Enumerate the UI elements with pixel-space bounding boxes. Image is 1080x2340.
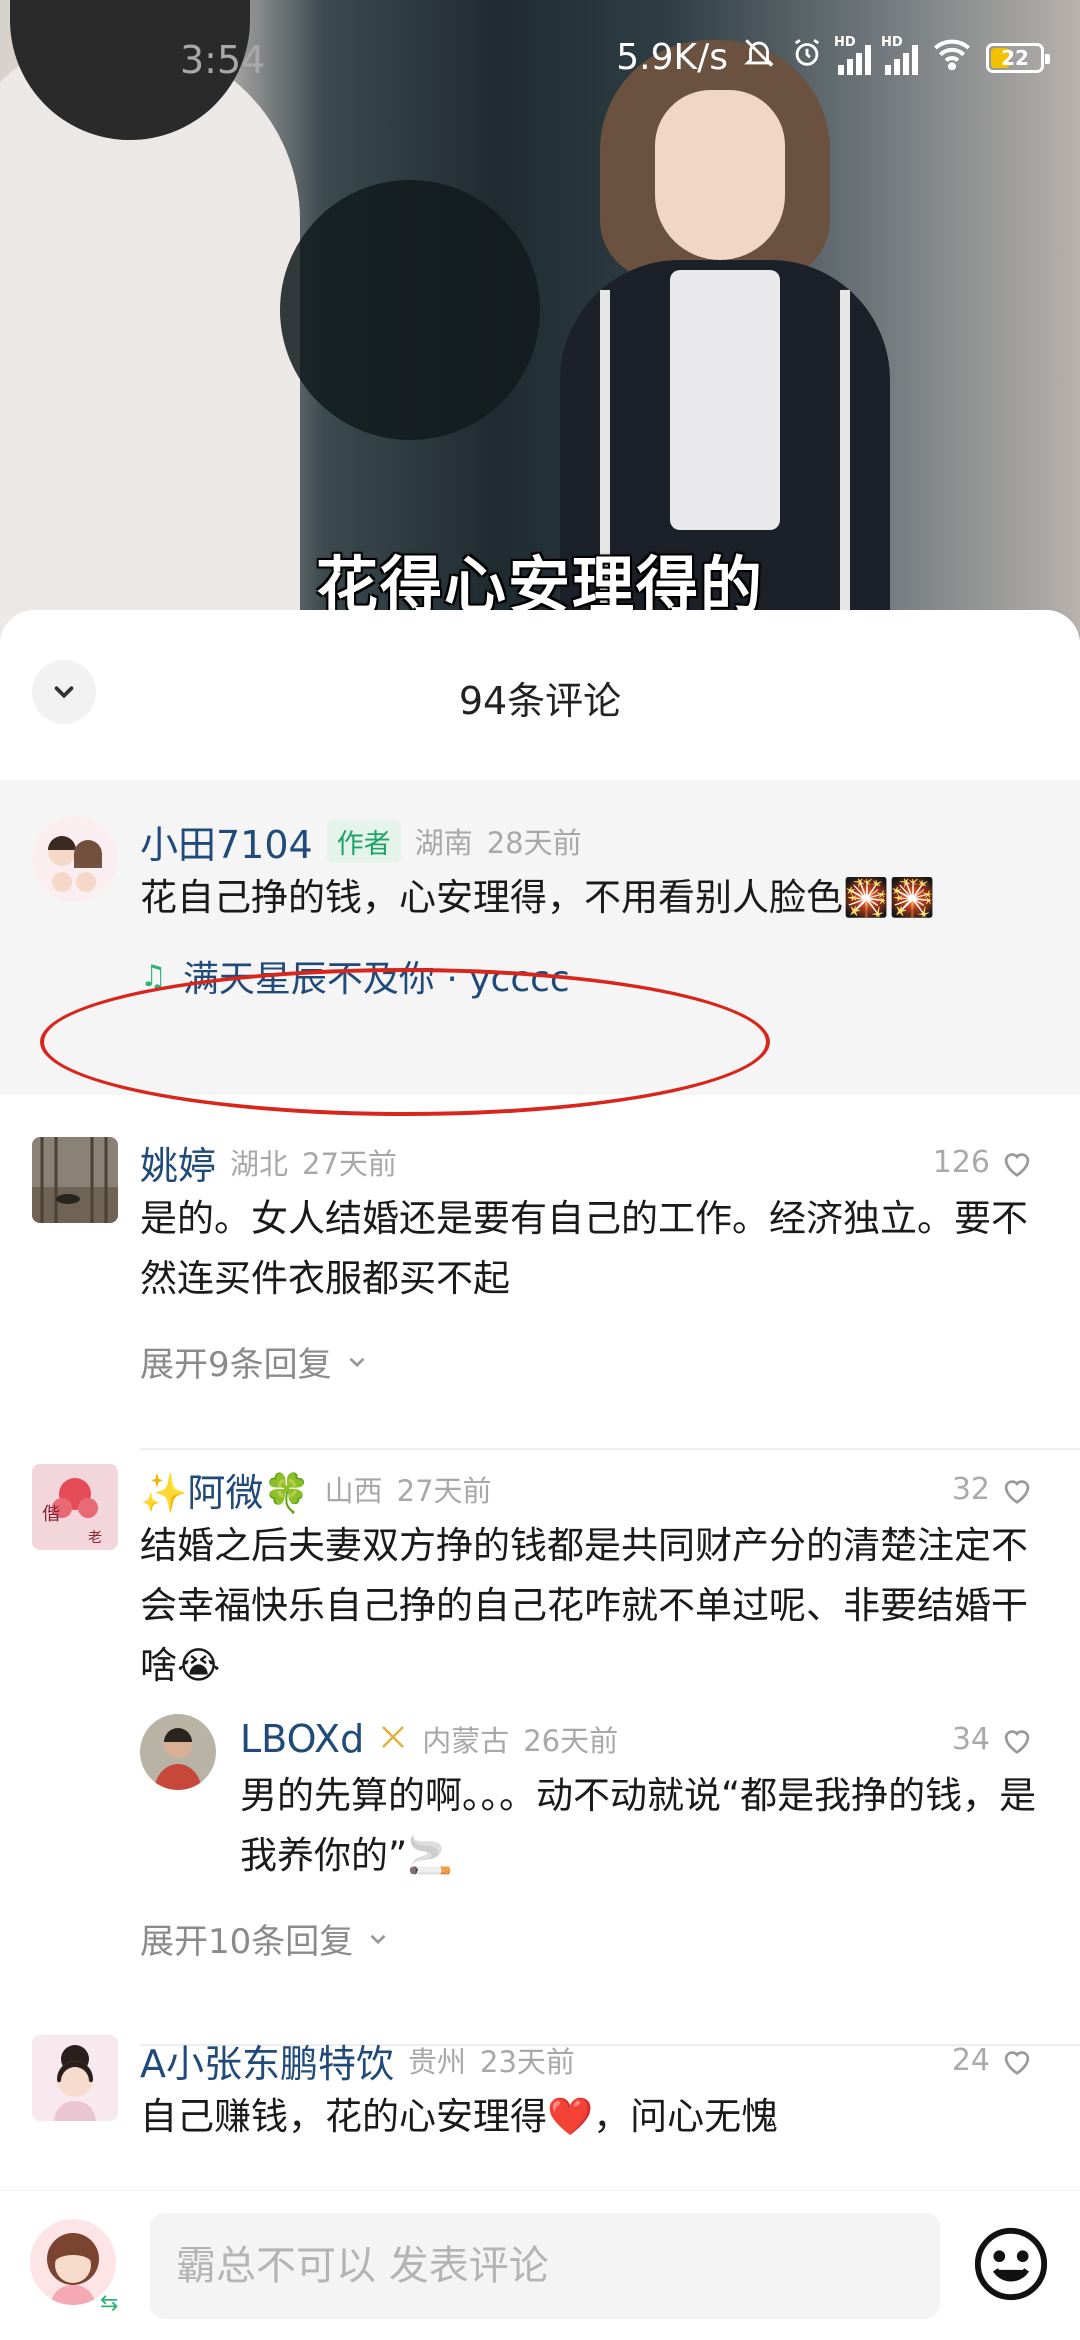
svg-text:老: 老 bbox=[88, 1530, 102, 1546]
alarm-icon bbox=[790, 36, 824, 79]
video-background-plant bbox=[280, 180, 540, 440]
timestamp: 26天前 bbox=[523, 1724, 619, 1758]
emoji-button[interactable] bbox=[972, 2225, 1050, 2303]
author-badge: 作者 bbox=[326, 819, 401, 863]
ribbon-badge-icon bbox=[378, 1722, 408, 1756]
chevron-down-icon bbox=[349, 1357, 365, 1367]
status-icons: 5.9K/s HD HD 22 bbox=[616, 35, 1050, 79]
like-count: 34 bbox=[951, 1722, 990, 1757]
comment-text: 花自己挣的钱，心安理得，不用看别人脸色🎇🎇 bbox=[140, 876, 936, 919]
location: 湖北 bbox=[230, 1147, 289, 1181]
comment-text: 自己赚钱，花的心安理得❤️，问心无愧 bbox=[140, 2095, 779, 2138]
switch-account-icon[interactable]: ⇆ bbox=[100, 2291, 118, 2316]
heart-icon bbox=[1004, 2050, 1030, 2075]
timestamp: 28天前 bbox=[486, 826, 582, 860]
net-speed: 5.9K/s bbox=[616, 37, 728, 78]
pinned-comment[interactable]: 小田7104 作者 湖南 28天前 花自己挣的钱，心安理得，不用看别人脸色🎇🎇 … bbox=[0, 780, 1080, 1116]
timestamp: 23天前 bbox=[480, 2045, 575, 2079]
comments-sheet: 94条评论 小田7104 作者 湖南 28天前 花自己挣的钱，心安理得，不用看别… bbox=[0, 610, 1080, 2340]
comment-count-title: 94条评论 bbox=[458, 679, 622, 723]
comment-item[interactable]: 偕 老 ✨阿微🍀 山西 27天前 32 结婚之后夫妻双方挣的钱都是共同财产分的清… bbox=[0, 1464, 1080, 1963]
username[interactable]: ✨阿微🍀 bbox=[140, 1462, 311, 1517]
location: 贵州 bbox=[408, 2045, 467, 2079]
heart-icon bbox=[1004, 1729, 1030, 1754]
comment-text: 结婚之后夫妻双方挣的钱都是共同财产分的清楚注定不会幸福快乐自己挣的自己花咋就不单… bbox=[140, 1524, 1028, 1687]
like-count: 32 bbox=[951, 1472, 990, 1507]
smiley-icon bbox=[974, 2227, 1048, 2301]
expand-replies-label: 展开9条回复 bbox=[140, 1345, 332, 1385]
username[interactable]: LBOXd bbox=[240, 1717, 364, 1761]
comment-item[interactable]: A小张东鹏特饮 贵州 23天前 24 自己赚钱，花的心安理得❤️，问心无愧 bbox=[0, 2035, 1080, 2147]
comment-input-bar: ⇆ 霸总不可以 发表评论 bbox=[0, 2190, 1080, 2340]
avatar[interactable] bbox=[140, 1714, 216, 1790]
signal-icon: HD bbox=[834, 35, 871, 75]
location: 内蒙古 bbox=[422, 1724, 510, 1758]
mute-bell-icon bbox=[742, 36, 776, 79]
comment-item[interactable]: 姚婷 湖北 27天前 126 是的。女人结婚还是要有自己的工作。经济独立。要不然… bbox=[0, 1137, 1080, 1386]
location: 湖南 bbox=[414, 826, 473, 860]
timestamp: 27天前 bbox=[396, 1474, 492, 1508]
like-count: 126 bbox=[932, 1145, 990, 1180]
avatar[interactable] bbox=[32, 816, 118, 902]
heart-icon bbox=[1004, 1479, 1030, 1504]
username[interactable]: 姚婷 bbox=[140, 1135, 216, 1190]
signal-icon: HD bbox=[881, 35, 918, 75]
comment-text: 男的先算的啊。。。动不动就说“都是我挣的钱，是我养你的”🚬 bbox=[240, 1774, 1037, 1877]
divider bbox=[140, 1448, 1080, 1450]
expand-replies-button[interactable]: 展开10条回复 bbox=[140, 1914, 1040, 1963]
sheet-header: 94条评论 bbox=[0, 610, 1080, 780]
location: 山西 bbox=[324, 1474, 383, 1508]
avatar[interactable] bbox=[32, 1137, 118, 1223]
heart-icon bbox=[1004, 1152, 1030, 1177]
username[interactable]: A小张东鹏特饮 bbox=[140, 2033, 394, 2088]
svg-text:偕: 偕 bbox=[42, 1504, 60, 1525]
chevron-down-icon bbox=[370, 1934, 386, 1944]
comment-input[interactable]: 霸总不可以 发表评论 bbox=[150, 2213, 940, 2319]
timestamp: 27天前 bbox=[302, 1147, 397, 1181]
like-button[interactable]: 34 bbox=[952, 1722, 1034, 1757]
like-button[interactable]: 24 bbox=[952, 2043, 1034, 2078]
expand-replies-label: 展开10条回复 bbox=[140, 1922, 354, 1962]
like-button[interactable]: 126 bbox=[933, 1145, 1034, 1180]
avatar[interactable] bbox=[32, 2035, 118, 2121]
username[interactable]: 小田7104 bbox=[140, 814, 313, 869]
comment-text: 是的。女人结婚还是要有自己的工作。经济独立。要不然连买件衣服都买不起 bbox=[140, 1197, 1028, 1300]
highlight-circle-annotation bbox=[40, 968, 770, 1116]
avatar[interactable]: 偕 老 bbox=[32, 1464, 118, 1550]
status-time: 3:54 bbox=[180, 38, 266, 82]
status-bar: 3:54 5.9K/s HD HD 22 bbox=[0, 0, 1080, 120]
expand-replies-button[interactable]: 展开9条回复 bbox=[140, 1337, 1040, 1386]
video-shirt bbox=[670, 270, 780, 530]
like-count: 24 bbox=[951, 2043, 990, 2078]
battery-icon: 22 bbox=[986, 42, 1050, 73]
wifi-icon bbox=[932, 36, 972, 79]
reply-item[interactable]: LBOXd 内蒙古 26天前 34 男的先算的啊。。。动不动就说“都是我挣的钱，… bbox=[140, 1714, 1040, 1886]
like-button[interactable]: 32 bbox=[952, 1472, 1034, 1507]
